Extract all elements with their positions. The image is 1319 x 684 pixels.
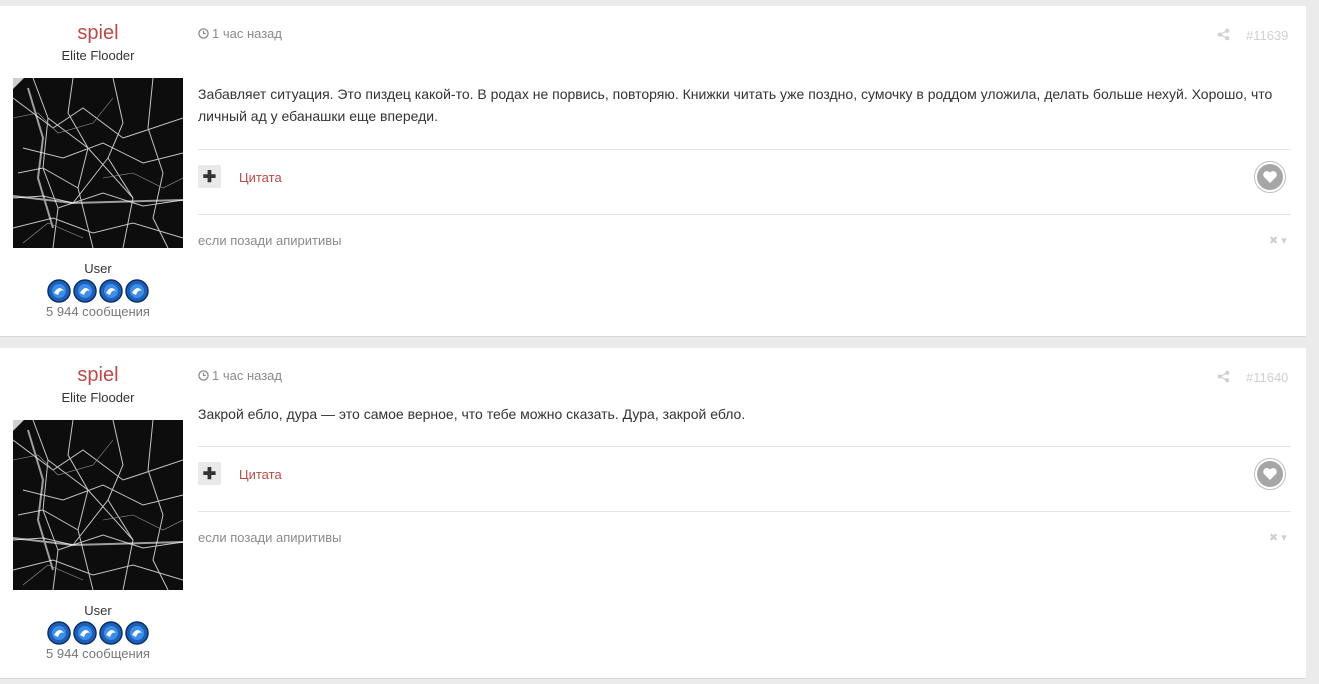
author-panel: spiel Elite Flooder bbox=[0, 348, 196, 406]
avatar[interactable] bbox=[13, 78, 183, 248]
heart-icon bbox=[1263, 468, 1277, 480]
heart-icon bbox=[1263, 171, 1277, 183]
signature-text: если позади апиритивы bbox=[198, 233, 342, 248]
avatar[interactable] bbox=[13, 420, 183, 590]
avatar-image bbox=[13, 420, 183, 590]
post-time: 1 час назад bbox=[212, 26, 282, 41]
rank-badge-icon bbox=[47, 279, 71, 303]
post-time-link[interactable]: 1 час назад bbox=[198, 26, 282, 41]
author-panel: spiel Elite Flooder bbox=[0, 6, 196, 64]
forum-post: spiel Elite Flooder User 5 944 сообщения… bbox=[0, 6, 1306, 337]
rank-badges bbox=[47, 621, 151, 645]
avatar-corner-marker bbox=[13, 78, 24, 89]
share-icon[interactable] bbox=[1217, 28, 1230, 41]
clock-icon bbox=[198, 370, 209, 381]
rank-badge-icon bbox=[99, 279, 123, 303]
rank-badge-icon bbox=[73, 621, 97, 645]
signature-controls[interactable]: ✖ ▾ bbox=[1269, 234, 1287, 247]
post-time: 1 час назад bbox=[212, 368, 282, 383]
author-name-link[interactable]: spiel bbox=[0, 21, 196, 45]
like-button[interactable] bbox=[1254, 458, 1286, 490]
author-name-link[interactable]: spiel bbox=[0, 363, 196, 387]
author-title: Elite Flooder bbox=[61, 390, 135, 405]
signature-text: если позади апиритивы bbox=[198, 530, 342, 545]
rank-badge-icon bbox=[99, 621, 123, 645]
author-title: Elite Flooder bbox=[61, 48, 135, 63]
rank-badge-icon bbox=[73, 279, 97, 303]
post-count: 5 944 сообщения bbox=[46, 304, 150, 319]
rank-badges bbox=[47, 279, 151, 303]
post-number-link[interactable]: #11640 bbox=[1246, 370, 1288, 385]
divider bbox=[198, 446, 1291, 447]
avatar-image bbox=[13, 78, 183, 248]
user-group: User bbox=[84, 603, 112, 618]
rank-badge-icon bbox=[125, 279, 149, 303]
like-button[interactable] bbox=[1254, 161, 1286, 193]
post-count: 5 944 сообщения bbox=[46, 646, 150, 661]
quote-link[interactable]: Цитата bbox=[239, 170, 282, 185]
user-group: User bbox=[84, 261, 112, 276]
post-content: Забавляет ситуация. Это пиздец какой-то.… bbox=[198, 86, 1273, 124]
post-number-link[interactable]: #11639 bbox=[1246, 28, 1288, 43]
post-content: Закрой ебло, дура — это самое верное, чт… bbox=[198, 406, 746, 422]
divider bbox=[198, 511, 1291, 512]
avatar-corner-marker bbox=[13, 420, 24, 431]
multiquote-button[interactable]: ✚ bbox=[198, 165, 221, 188]
quote-link[interactable]: Цитата bbox=[239, 467, 282, 482]
signature-controls[interactable]: ✖ ▾ bbox=[1269, 531, 1287, 544]
divider bbox=[198, 149, 1291, 150]
post-time-link[interactable]: 1 час назад bbox=[198, 368, 282, 383]
forum-post: spiel Elite Flooder User 5 944 сообщения… bbox=[0, 348, 1306, 679]
clock-icon bbox=[198, 28, 209, 39]
share-icon[interactable] bbox=[1217, 370, 1230, 383]
multiquote-button[interactable]: ✚ bbox=[198, 462, 221, 485]
rank-badge-icon bbox=[125, 621, 149, 645]
rank-badge-icon bbox=[47, 621, 71, 645]
divider bbox=[198, 214, 1291, 215]
